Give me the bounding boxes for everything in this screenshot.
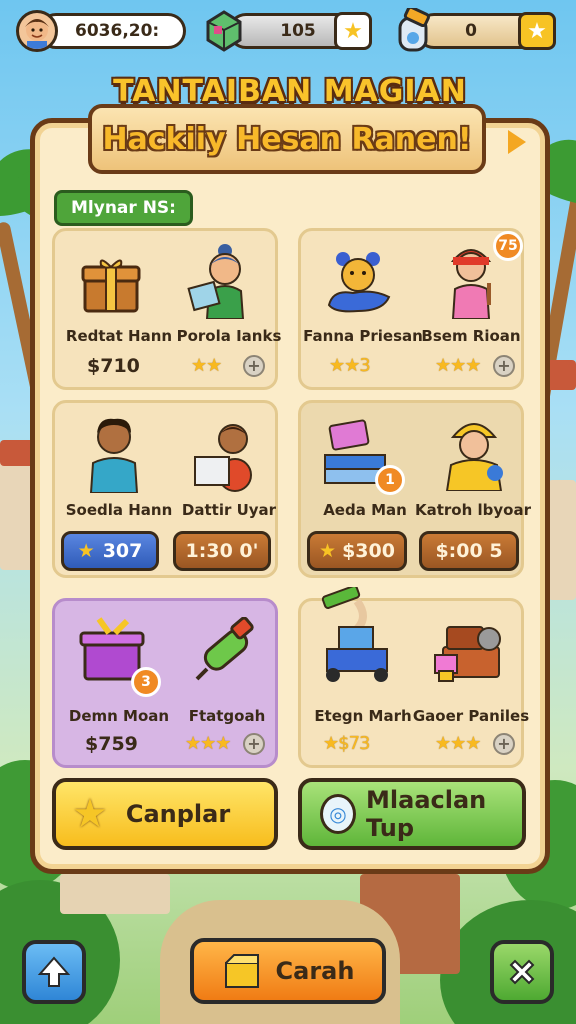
buy-button-label: $:00 5 xyxy=(435,540,503,562)
add-plus-icon[interactable]: + xyxy=(243,355,265,377)
item-name: Dattir Uyar xyxy=(181,501,277,519)
star-icon: ★ xyxy=(77,540,95,562)
title-line-2: Hackiiy Hesan Ranen! xyxy=(102,121,472,157)
add-plus-icon[interactable]: + xyxy=(243,733,265,755)
add-plus-icon[interactable]: + xyxy=(493,733,515,755)
star-icon: ★ xyxy=(319,540,337,562)
cart-machine-icon xyxy=(317,585,397,691)
treasure-box-icon xyxy=(79,253,143,319)
buy-button[interactable]: $:00 5 xyxy=(419,531,519,571)
target-icon: ◎ xyxy=(320,794,357,834)
section-tag: Mlynar NS: xyxy=(54,190,193,226)
green-action-label: Mlaaclan Tup xyxy=(366,786,487,842)
gem-value: 105 xyxy=(280,21,316,41)
up-arrow-icon xyxy=(37,956,71,987)
title-banner: Hackiiy Hesan Ranen! xyxy=(88,104,486,174)
box-icon xyxy=(224,954,259,988)
buy-button[interactable]: ★ $300 xyxy=(307,531,407,571)
timer-button-label: 1:30 0' xyxy=(185,540,259,562)
green-action-button[interactable]: ◎ Mlaaclan Tup xyxy=(298,778,526,850)
top-hud: 6036,20: 105 ★ 0 ★ xyxy=(0,5,576,54)
buy-button-label: 307 xyxy=(102,540,143,562)
count-badge: 3 xyxy=(131,667,161,697)
player-avatar-icon[interactable] xyxy=(16,10,58,52)
shop-card-5[interactable]: 3 Demn Moan $759 Ftatgoah ★★★ + xyxy=(52,598,278,768)
up-arrow-button[interactable] xyxy=(22,940,86,1004)
timer-button[interactable]: 1:30 0' xyxy=(173,531,271,571)
item-name: Etegn Marh xyxy=(314,707,412,725)
item-name: Aeda Man xyxy=(323,501,407,519)
star-rating: ★$73 xyxy=(323,733,370,754)
item-name: Bsem Rioan xyxy=(421,327,521,345)
coin-value: 6036,20: xyxy=(75,21,160,41)
close-button[interactable] xyxy=(490,940,554,1004)
item-price: $759 xyxy=(85,733,138,755)
potion-icon xyxy=(394,5,434,54)
coin-counter: 6036,20: xyxy=(38,13,186,49)
next-arrow-icon[interactable] xyxy=(508,130,526,154)
star-rating: ★★3 xyxy=(329,355,371,376)
star-icon: ★ xyxy=(72,791,108,837)
shop-card-2[interactable]: 75 Fanna Priesan ★★3 Bsem Rioan ★★★ + xyxy=(298,228,524,390)
item-name: Gaoer Paniles xyxy=(412,707,530,725)
star-rating: ★★★ xyxy=(435,355,481,376)
shop-card-6[interactable]: Etegn Marh ★$73 Gaoer Paniles ★★★ + xyxy=(298,585,529,768)
yellow-action-label: Canplar xyxy=(125,800,231,828)
buy-button-label: $300 xyxy=(342,540,395,562)
item-name: Redtat Hann xyxy=(65,327,173,345)
glue-tube-icon xyxy=(189,616,259,691)
item-name: Katroh lbyoar xyxy=(414,501,531,519)
item-name: Demn Moan xyxy=(68,707,170,725)
gem-star-button[interactable]: ★ xyxy=(334,12,372,50)
boy-character-icon xyxy=(81,413,147,497)
close-icon xyxy=(509,959,535,985)
reader-character-icon xyxy=(185,241,255,323)
count-badge: 1 xyxy=(375,465,405,495)
center-action-label: Carah xyxy=(275,957,355,985)
shop-card-3[interactable]: Soedla Hann Dattir Uyar ★ 307 1:30 0' xyxy=(52,400,278,578)
gem-icon xyxy=(204,8,244,52)
item-name: Soedla Hann xyxy=(65,501,173,519)
discount-badge: 75 xyxy=(493,231,523,261)
item-price: $710 xyxy=(87,355,140,377)
item-name: Porola Ianks xyxy=(176,327,282,345)
item-name: Ftatgoah xyxy=(188,707,266,725)
token-value: 0 xyxy=(465,21,477,41)
shop-card-4[interactable]: 1 Aeda Man Katroh lbyoar ★ $300 $:00 5 xyxy=(298,400,531,578)
star-rating: ★★★ xyxy=(185,733,231,754)
star-rating: ★★ xyxy=(191,355,222,376)
add-plus-icon[interactable]: + xyxy=(493,355,515,377)
shop-card-1[interactable]: Redtat Hann $710 Porola Ianks ★★ + xyxy=(52,228,281,390)
item-name: Fanna Priesan xyxy=(303,327,423,345)
star-rating: ★★★ xyxy=(435,733,481,754)
bear-toy-icon xyxy=(323,247,393,319)
yellow-action-button[interactable]: ★ Canplar xyxy=(52,778,278,850)
hardhat-character-icon xyxy=(439,411,509,495)
tool-chest-icon xyxy=(433,621,513,691)
buy-button[interactable]: ★ 307 xyxy=(61,531,159,571)
center-action-button[interactable]: Carah xyxy=(190,938,386,1004)
token-star-button[interactable]: ★ xyxy=(518,12,556,50)
delivery-character-icon xyxy=(189,417,261,497)
